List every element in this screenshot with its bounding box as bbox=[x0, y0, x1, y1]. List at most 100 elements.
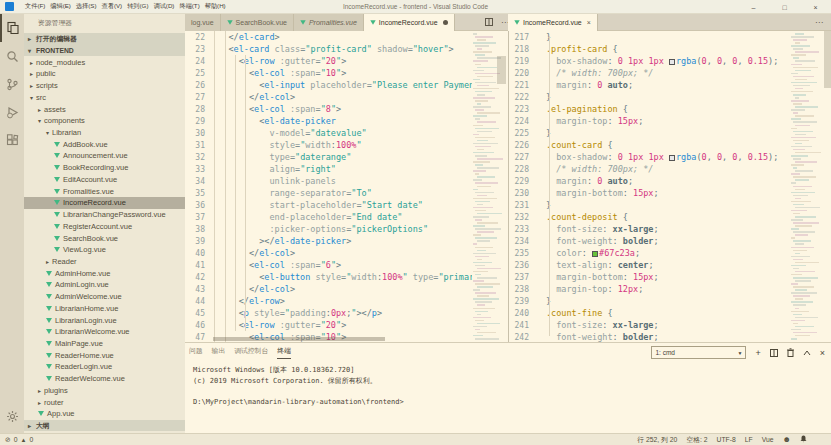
code-line-32[interactable]: 32 type="daterange" bbox=[185, 151, 472, 163]
code-line-46[interactable]: 46 <el-row :gutter="20"> bbox=[185, 319, 472, 331]
code-line-240[interactable]: 240.count-fine { bbox=[509, 307, 825, 319]
code-line-40[interactable]: 40 </el-col> bbox=[185, 247, 472, 259]
tree-item-components[interactable]: ▾components bbox=[24, 115, 185, 127]
color-swatch-icon[interactable] bbox=[669, 59, 675, 65]
tab-Promalities-vue-left[interactable]: Promalities.vue bbox=[294, 14, 364, 31]
menu-v[interactable]: 查看(V) bbox=[100, 2, 125, 11]
code-line-232[interactable]: 232.count-deposit { bbox=[509, 211, 825, 223]
code-line-238[interactable]: 238 margin-top: 12px; bbox=[509, 283, 825, 295]
code-line-225[interactable]: 225} bbox=[509, 127, 825, 139]
code-line-227[interactable]: 227 box-shadow: 0 1px 1px rgba(0, 0, 0, … bbox=[509, 151, 825, 163]
code-line-223[interactable]: 223.el-pagination { bbox=[509, 103, 825, 115]
settings-gear-icon[interactable] bbox=[0, 402, 24, 430]
code-line-228[interactable]: 228 /* width: 700px; */ bbox=[509, 163, 825, 175]
code-line-218[interactable]: 218.profit-card { bbox=[509, 43, 825, 55]
tab-SearchBook-vue-left[interactable]: SearchBook.vue bbox=[221, 14, 294, 31]
code-line-25[interactable]: 25 <el-col :span="10"> bbox=[185, 67, 472, 79]
menu-e[interactable]: 编辑(E) bbox=[48, 2, 73, 11]
tree-item-Announcement.vue[interactable]: Announcement.vue bbox=[24, 150, 185, 162]
tree-item-plugins[interactable]: ▸plugins bbox=[24, 385, 185, 397]
code-line-235[interactable]: 235 color: #67c23a; bbox=[509, 247, 825, 259]
menu-s[interactable]: 选择(S) bbox=[74, 2, 99, 11]
code-line-224[interactable]: 224 margin-top: 15px; bbox=[509, 115, 825, 127]
code-line-33[interactable]: 33 align="right" bbox=[185, 163, 472, 175]
code-line-220[interactable]: 220 /* width: 700px; */ bbox=[509, 67, 825, 79]
tree-item-LibrarianHome.vue[interactable]: LibrarianHome.vue bbox=[24, 302, 185, 314]
color-swatch-icon[interactable] bbox=[669, 155, 675, 161]
scrollbar-right[interactable] bbox=[824, 31, 831, 88]
code-line-241[interactable]: 241 font-size: xx-large; bbox=[509, 319, 825, 331]
scrollbar-left[interactable] bbox=[497, 56, 506, 84]
code-line-39[interactable]: 39 ></el-date-picker> bbox=[185, 235, 472, 247]
debug-icon[interactable] bbox=[0, 98, 24, 126]
tree-item-scripts[interactable]: ▸scripts bbox=[24, 80, 185, 92]
code-line-23[interactable]: 23 <el-card class="profit-card" shadow="… bbox=[185, 43, 472, 55]
code-line-38[interactable]: 38 :picker-options="pickerOptions" bbox=[185, 223, 472, 235]
code-line-236[interactable]: 236 text-align: center; bbox=[509, 259, 825, 271]
tree-item-IncomeRecord.vue[interactable]: IncomeRecord.vue bbox=[24, 197, 185, 209]
split-editor-icon[interactable] bbox=[485, 18, 493, 28]
tree-item-Reader[interactable]: ▸Reader bbox=[24, 256, 185, 268]
code-line-217[interactable]: 217} bbox=[509, 31, 825, 43]
editor-pane-right[interactable]: 217}218.profit-card {219 box-shadow: 0 1… bbox=[508, 31, 831, 342]
code-line-221[interactable]: 221 margin: 0 auto; bbox=[509, 79, 825, 91]
code-line-41[interactable]: 41 <el-col :span="6"> bbox=[185, 259, 472, 271]
code-line-43[interactable]: 43 </el-col> bbox=[185, 283, 472, 295]
code-line-234[interactable]: 234 font-weight: bolder; bbox=[509, 235, 825, 247]
panel-tab-终端[interactable]: 终端 bbox=[277, 343, 291, 359]
code-line-239[interactable]: 239} bbox=[509, 295, 825, 307]
tab-log-vue-left[interactable]: log.vue bbox=[185, 14, 221, 31]
code-line-237[interactable]: 237 margin-bottom: 15px; bbox=[509, 271, 825, 283]
close-button[interactable]: × bbox=[800, 0, 831, 14]
color-swatch-icon[interactable] bbox=[592, 251, 598, 257]
code-line-30[interactable]: 30 v-model="datevalue" bbox=[185, 127, 472, 139]
tree-item-LibrarianLogin.vue[interactable]: LibrarianLogin.vue bbox=[24, 314, 185, 326]
panel-tab-调试控制台[interactable]: 调试控制台 bbox=[234, 343, 268, 359]
extensions-icon[interactable] bbox=[0, 126, 24, 154]
terminal-select[interactable]: 1: cmd▼ bbox=[651, 346, 746, 359]
modified-dot-icon[interactable] bbox=[443, 20, 448, 25]
search-icon[interactable] bbox=[0, 42, 24, 70]
tree-item-LibrarianChangePassword.vue[interactable]: LibrarianChangePassword.vue bbox=[24, 209, 185, 221]
tree-item-ViewLog.vue[interactable]: ViewLog.vue bbox=[24, 244, 185, 256]
problems-status[interactable]: ⊘0 ▲0 bbox=[5, 436, 36, 444]
menu-f[interactable]: 文件(F) bbox=[23, 2, 47, 11]
code-line-44[interactable]: 44 </el-row> bbox=[185, 295, 472, 307]
code-line-230[interactable]: 230 margin-bottom: 15px; bbox=[509, 187, 825, 199]
terminal-output[interactable]: Microsoft Windows [版本 10.0.18362.720] (c… bbox=[185, 359, 831, 407]
tree-item-ReaderLogin.vue[interactable]: ReaderLogin.vue bbox=[24, 361, 185, 373]
folder-header[interactable]: ▾FRONTEND bbox=[24, 45, 185, 57]
tree-item-assets[interactable]: ▸assets bbox=[24, 103, 185, 115]
tree-item-AdminHome.vue[interactable]: AdminHome.vue bbox=[24, 267, 185, 279]
open-editors-header[interactable]: ▸打开的编辑器 bbox=[24, 33, 185, 45]
eol[interactable]: LF bbox=[745, 436, 753, 443]
explorer-icon[interactable] bbox=[0, 14, 24, 42]
tree-item-AdminLogin.vue[interactable]: AdminLogin.vue bbox=[24, 279, 185, 291]
source-control-icon[interactable] bbox=[0, 70, 24, 98]
more-actions-icon[interactable]: ⋯ bbox=[815, 18, 823, 27]
kill-terminal-icon[interactable] bbox=[787, 348, 794, 357]
menu-d[interactable]: 调试(D) bbox=[151, 2, 176, 11]
maximize-button[interactable]: □ bbox=[769, 0, 800, 14]
code-line-27[interactable]: 27 </el-col> bbox=[185, 91, 472, 103]
code-line-36[interactable]: 36 start-placeholder="Start date" bbox=[185, 199, 472, 211]
close-tab-icon[interactable]: × bbox=[587, 19, 591, 26]
minimize-button[interactable]: – bbox=[738, 0, 769, 14]
maximize-panel-icon[interactable] bbox=[803, 350, 811, 356]
tree-item-AddBook.vue[interactable]: AddBook.vue bbox=[24, 138, 185, 150]
code-line-45[interactable]: 45 <p style="padding:0px;"></p> bbox=[185, 307, 472, 319]
tree-item-ReaderWelcome.vue[interactable]: ReaderWelcome.vue bbox=[24, 373, 185, 385]
editor-pane-left[interactable]: 22 </el-card>23 <el-card class="profit-c… bbox=[185, 31, 508, 342]
tree-item-src[interactable]: ▾src bbox=[24, 92, 185, 104]
code-line-34[interactable]: 34 unlink-panels bbox=[185, 175, 472, 187]
tree-item-BookRecording.vue[interactable]: BookRecording.vue bbox=[24, 162, 185, 174]
tree-item-public[interactable]: ▸public bbox=[24, 68, 185, 80]
feedback-smiley-icon[interactable]: ☻ bbox=[783, 435, 791, 444]
code-line-233[interactable]: 233 font-size: xx-large; bbox=[509, 223, 825, 235]
code-line-219[interactable]: 219 box-shadow: 0 1px 1px rgba(0, 0, 0, … bbox=[509, 55, 825, 67]
code-line-226[interactable]: 226.count-card { bbox=[509, 139, 825, 151]
indentation[interactable]: 空格: 2 bbox=[686, 435, 707, 445]
tab-IncomeRecord-vue-left[interactable]: IncomeRecord.vue bbox=[364, 14, 455, 31]
code-line-231[interactable]: 231} bbox=[509, 199, 825, 211]
outline-header[interactable]: ▸大纲 bbox=[24, 420, 185, 432]
